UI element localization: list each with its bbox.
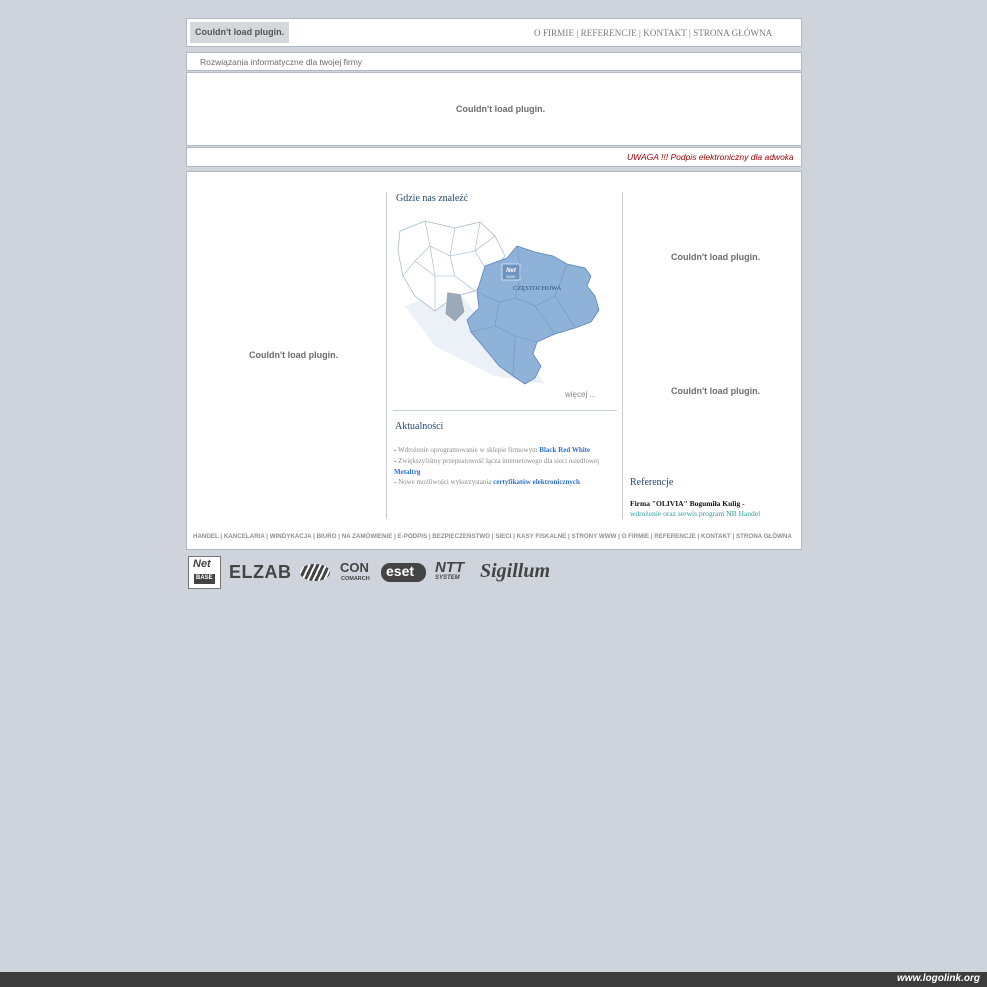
left-plugin-placeholder: Couldn't load plugin. xyxy=(249,350,339,360)
watermark-bar: www.logolink.org xyxy=(0,972,987,987)
nav-kontakt[interactable]: KONTAKT xyxy=(643,28,686,38)
svg-text:BASE: BASE xyxy=(506,275,516,279)
footer-nav-link[interactable]: NA ZAMÓWIENIE xyxy=(342,533,393,540)
banner: Couldn't load plugin. xyxy=(186,72,802,146)
footer-nav: HANDEL | KANCELARIA | WINDYKACJA | BIURO… xyxy=(193,533,792,540)
ticker-bar: UWAGA !!! Podpis elektroniczny dla adwok… xyxy=(186,147,802,167)
tagline: Rozwiązania informatyczne dla twojej fir… xyxy=(200,57,363,67)
sigillum-logo[interactable]: Sigillum xyxy=(480,560,558,584)
footer-nav-link[interactable]: REFERENCJE xyxy=(654,533,696,540)
footer-nav-link[interactable]: STRONY WWW xyxy=(571,533,616,540)
top-nav: O FIRMIE | REFERENCJE | KONTAKT | STRONA… xyxy=(534,28,773,38)
news-link[interactable]: Black Red White xyxy=(539,446,590,454)
region-map[interactable]: Net BASE CZĘSTOCHOWA xyxy=(395,216,615,388)
footer-nav-link[interactable]: BIURO xyxy=(317,533,337,540)
ntt-system-logo[interactable]: NTT SYSTEM xyxy=(435,559,473,585)
nav-strona-glowna[interactable]: STRONA GŁÓWNA xyxy=(693,28,772,38)
right-plugin-placeholder-1: Couldn't load plugin. xyxy=(671,252,761,262)
main-content: Couldn't load plugin. Gdzie nas znaleźć … xyxy=(186,171,802,550)
reference-link[interactable]: wdrożenie oraz serwis program NB Handel xyxy=(630,509,760,518)
footer-nav-link[interactable]: KONTAKT xyxy=(701,533,731,540)
footer-nav-link[interactable]: O FIRMIE xyxy=(622,533,650,540)
ticker-text[interactable]: UWAGA !!! Podpis elektroniczny dla adwok… xyxy=(627,152,793,162)
reference-name: Firma "OLIVIA" Bogumiła Kulig - xyxy=(630,499,745,508)
news-item: - Nowe możliwości wykorzystania certyfik… xyxy=(394,478,580,486)
news-item: - Wdrożenie oprogramowanie w sklepie fir… xyxy=(394,446,591,454)
footer-nav-link[interactable]: WINDYKACJA xyxy=(270,533,312,540)
nav-referencje[interactable]: REFERENCJE xyxy=(581,28,637,38)
logo-plugin-placeholder: Couldn't load plugin. xyxy=(190,22,289,43)
footer-nav-link[interactable]: E-PODPIS xyxy=(398,533,428,540)
footer-nav-link[interactable]: KANCELARIA xyxy=(224,533,265,540)
netbase-logo[interactable]: Net BASE xyxy=(188,556,221,589)
footer-nav-link[interactable]: HANDEL xyxy=(193,533,219,540)
header-bar: Couldn't load plugin. O FIRMIE | REFEREN… xyxy=(186,18,802,47)
footer-nav-link[interactable]: KASY FISKALNE xyxy=(517,533,567,540)
eset-logo[interactable]: eset xyxy=(381,563,426,582)
tagline-bar: Rozwiązania informatyczne dla twojej fir… xyxy=(186,52,802,71)
nav-o-firmie[interactable]: O FIRMIE xyxy=(534,28,574,38)
map-city-label: CZĘSTOCHOWA xyxy=(513,285,562,292)
column-divider xyxy=(622,192,623,519)
right-plugin-placeholder-2: Couldn't load plugin. xyxy=(671,386,761,396)
map-pin-logo: Net xyxy=(506,268,517,274)
references-title: Referencje xyxy=(630,477,674,488)
news-title: Aktualności xyxy=(395,421,444,432)
news-link[interactable]: certyfikatów elektronicznych xyxy=(493,478,580,486)
find-us-title: Gdzie nas znaleźć xyxy=(396,193,469,204)
divider xyxy=(393,410,617,411)
column-divider xyxy=(386,192,387,519)
elzab-logo[interactable]: ELZAB xyxy=(229,562,332,584)
footer-nav-link[interactable]: SIECI xyxy=(495,533,511,540)
news-item: - Zwiększyliśmy przepustowość łącza inte… xyxy=(394,457,600,476)
footer-nav-link[interactable]: BEZPIECZEŃSTWO xyxy=(432,533,490,540)
watermark-text: www.logolink.org xyxy=(897,973,980,984)
news-link[interactable]: Metaltrg xyxy=(394,468,420,476)
footer-nav-link[interactable]: STRONA GŁÓWNA xyxy=(736,533,792,540)
more-link[interactable]: więcej ... xyxy=(565,390,596,399)
banner-plugin-placeholder: Couldn't load plugin. xyxy=(456,104,546,114)
comarch-logo[interactable]: CON COMARCH xyxy=(340,560,374,586)
partner-logos: Net BASE ELZAB CON COMARCH eset NTT SYST… xyxy=(188,556,568,589)
